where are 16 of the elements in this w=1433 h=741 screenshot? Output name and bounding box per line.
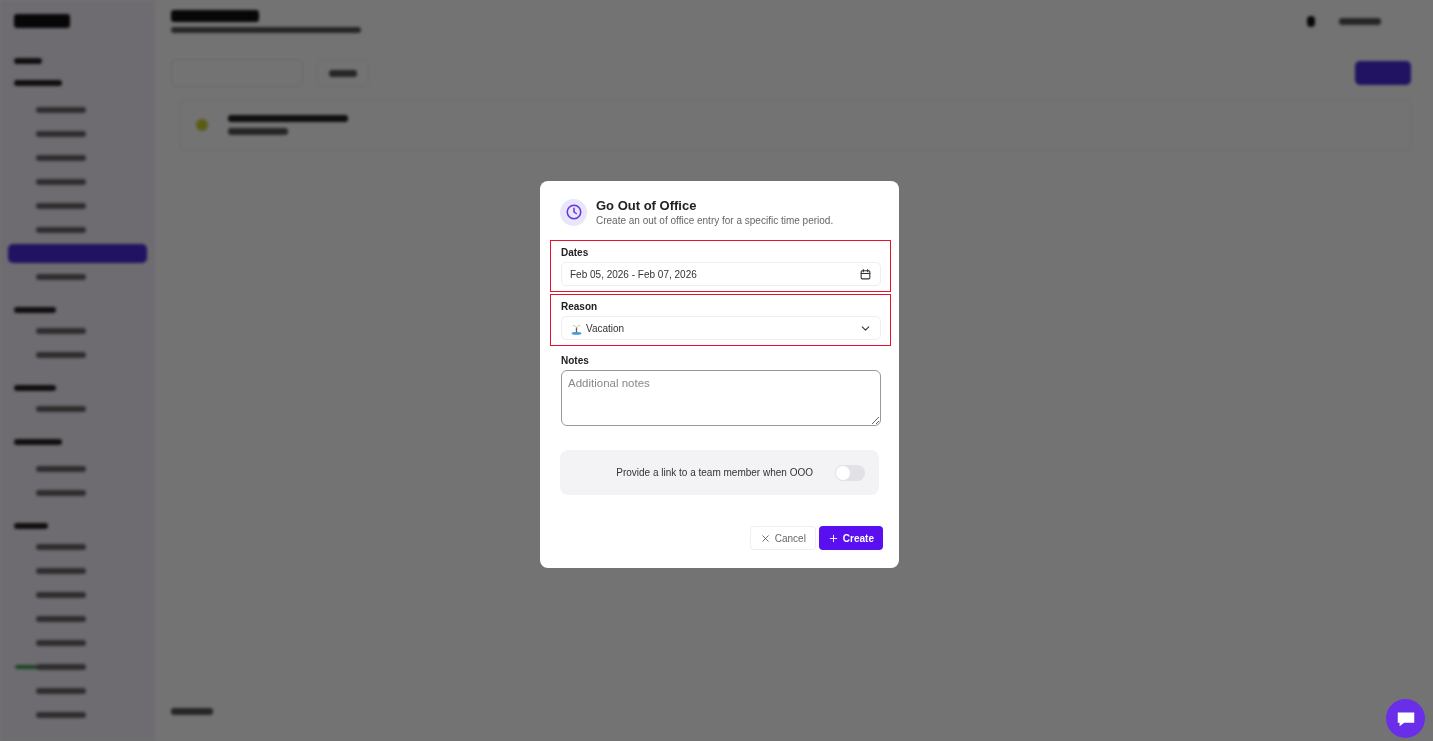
toggle-switch[interactable] — [835, 464, 865, 481]
reason-dropdown[interactable]: Vacation — [561, 316, 881, 340]
create-button[interactable]: Create — [818, 526, 883, 550]
dialog-subtitle: Create an out of office entry for a specific time period. — [596, 215, 834, 226]
notes-field[interactable]: Additional notes — [561, 370, 881, 426]
calendar-icon — [859, 267, 872, 281]
toggle-label: Provide a link to a team member when OOO — [616, 467, 813, 478]
clock-icon — [560, 198, 587, 226]
dialog-title: Go Out of Office — [596, 198, 698, 213]
cancel-button[interactable]: Cancel — [749, 526, 816, 550]
field-label: Reason — [561, 301, 599, 312]
field-label: Dates — [561, 247, 590, 258]
field-label: Notes — [561, 355, 590, 366]
plus-icon — [827, 532, 839, 544]
close-icon — [759, 532, 771, 544]
date-range-field[interactable]: Feb 05, 2026 - Feb 07, 2026 — [561, 262, 881, 286]
